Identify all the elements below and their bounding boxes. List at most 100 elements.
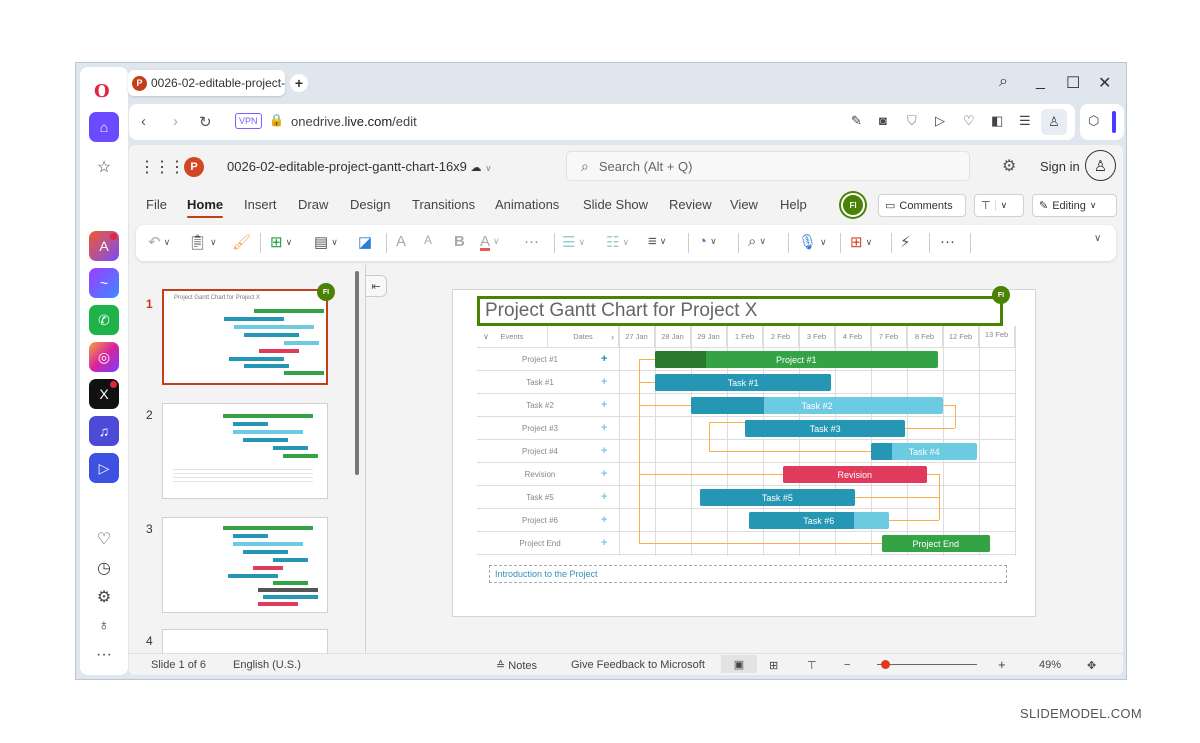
collapse-pane-icon[interactable]: ⇤ [365,275,387,297]
paste-button[interactable]: 📋︎ ∨ [188,233,217,251]
send-icon[interactable]: ▷ [935,113,945,129]
gantt-bar[interactable]: Task #2 [691,397,943,414]
thumbnail-slide-2[interactable] [162,403,328,499]
add-ins-button[interactable]: ⊞ ∨ [850,233,872,251]
minimize-icon[interactable]: _ [1036,73,1045,91]
format-painter-icon[interactable]: 🖌︎ [232,233,251,251]
sign-in-link[interactable]: Sign in [1040,159,1080,174]
home-icon[interactable]: ⌂ [89,112,119,142]
tab-transitions[interactable]: Transitions [412,197,475,212]
gantt-bar[interactable]: Revision [782,466,927,483]
battery-saver-icon[interactable]: ◧ [991,113,1003,129]
feedback-link[interactable]: Give Feedback to Microsoft [571,659,705,671]
url-field[interactable]: onedrive.live.com/edit [291,114,417,129]
maximize-icon[interactable]: ☐ [1066,73,1080,93]
gantt-bar[interactable]: Task #5 [700,489,855,506]
search-icon[interactable]: ⌕ [999,73,1008,91]
chevron-down-icon[interactable]: ∨ [483,332,489,341]
tab-review[interactable]: Review [669,197,712,212]
more-icon[interactable]: ··· [94,645,114,665]
edit-snapshot-icon[interactable]: ✎ [851,113,862,129]
thumbnail-slide-3[interactable] [162,517,328,613]
zoom-slider-handle[interactable] [881,660,890,669]
add-subtask-icon[interactable]: + [601,468,607,480]
chevron-down-icon[interactable]: ∨ [994,200,1007,211]
account-avatar-icon[interactable]: ♙ [1085,150,1116,181]
editing-mode-button[interactable]: ✎ Editing ∨ [1032,194,1117,217]
notes-button[interactable]: ≙ Notes [496,659,537,672]
heart-icon[interactable]: ♡ [94,529,114,549]
document-title[interactable]: 0026-02-editable-project-gantt-chart-16x… [227,159,492,174]
add-subtask-icon[interactable]: + [601,445,607,457]
slide-title[interactable]: Project Gantt Chart for Project X [477,296,1003,326]
align-button[interactable]: ≡ ∨ [648,233,666,250]
tab-draw[interactable]: Draw [298,197,328,212]
gantt-bar[interactable]: Task #1 [655,374,832,391]
profile-icon[interactable]: ♙ [1041,109,1067,135]
new-tab-button[interactable]: + [290,74,308,92]
slide-sorter-icon[interactable]: ⊞ [769,659,778,672]
thumbnail-scrollbar[interactable] [355,271,359,475]
x-icon[interactable]: X [89,379,119,409]
lock-icon[interactable]: 🔒 [269,113,284,127]
add-subtask-icon[interactable]: + [601,491,607,503]
reading-view-icon[interactable]: ⊤ [807,659,817,672]
settings-icon[interactable]: ⚙ [1002,156,1016,176]
history-icon[interactable]: ◷ [94,558,114,578]
add-subtask-icon[interactable]: + [601,376,607,388]
slide-canvas[interactable]: Project Gantt Chart for Project X FI ∨ Ev… [452,286,1036,617]
gantt-bar[interactable]: Task #4 [871,443,978,460]
shield-icon[interactable]: ⛉ [907,113,917,129]
fit-to-window-icon[interactable]: ✥ [1087,659,1096,672]
numbering-button[interactable]: ☷ ∨ [606,233,629,251]
zoom-level[interactable]: 49% [1039,659,1061,671]
zoom-slider-track[interactable] [877,664,977,665]
tab-insert[interactable]: Insert [244,197,277,212]
present-button[interactable]: ⊤ ∨ [974,194,1024,217]
reload-icon[interactable]: ↻ [199,113,212,131]
font-color-button[interactable]: A ∨ [480,233,500,250]
tab-design[interactable]: Design [350,197,390,212]
add-subtask-icon[interactable]: + [601,514,607,526]
expand-ribbon-icon[interactable]: ∨ [1094,233,1101,244]
zoom-in-button[interactable]: + [998,657,1006,672]
gantt-bar[interactable]: Task #6 [748,512,889,529]
forward-icon[interactable]: › [173,113,178,130]
heart-icon[interactable]: ♡ [963,113,975,129]
messenger-icon[interactable]: ~ [89,268,119,298]
normal-view-icon[interactable]: ▣ [721,655,757,673]
whatsapp-icon[interactable]: ✆ [89,305,119,335]
browser-tab[interactable]: P 0026-02-editable-project- [128,70,285,96]
bold-button[interactable]: B [454,233,465,250]
aria-app-icon[interactable]: A [89,231,119,261]
find-button[interactable]: ⌕ ∨ [748,233,766,250]
increase-font-button[interactable]: A [396,233,406,250]
more-font-options-button[interactable]: ··· [524,233,539,250]
music-icon[interactable]: ♫ [89,416,119,446]
tab-help[interactable]: Help [780,197,807,212]
thumbnail-slide-1[interactable]: Project Gantt Chart for Project X [162,289,328,385]
vpn-badge[interactable]: VPN [235,113,262,129]
camera-icon[interactable]: ◙ [879,113,887,128]
undo-button[interactable]: ↶ ∨ [148,233,170,251]
format-background-icon[interactable]: ◪ [358,233,372,251]
search-input[interactable]: ⌕ Search (Alt + Q) [566,151,970,181]
add-subtask-icon[interactable]: + [601,399,607,411]
opera-logo-icon[interactable]: O [94,81,110,102]
player-icon[interactable]: ▷ [89,453,119,483]
tab-animations[interactable]: Animations [495,197,559,212]
instagram-icon[interactable]: ◎ [89,342,119,372]
add-subtask-icon[interactable]: + [601,537,607,549]
language-indicator[interactable]: English (U.S.) [233,659,301,671]
more-options-button[interactable]: ··· [940,233,955,250]
gantt-bar[interactable]: Task #3 [745,420,906,437]
comments-button[interactable]: ▭ Comments [878,194,966,217]
layout-button[interactable]: ▤ ∨ [314,233,338,251]
close-icon[interactable]: ✕ [1098,73,1111,93]
tips-icon[interactable]: ♁ [94,616,114,636]
gantt-bar[interactable]: Project #1 [655,351,938,368]
dictate-button[interactable]: 🎙︎ ∨ [798,233,827,251]
app-launcher-icon[interactable]: ⋮⋮⋮ [139,157,185,177]
bullets-button[interactable]: ☰ ∨ [562,233,585,251]
tab-file[interactable]: File [146,197,167,212]
